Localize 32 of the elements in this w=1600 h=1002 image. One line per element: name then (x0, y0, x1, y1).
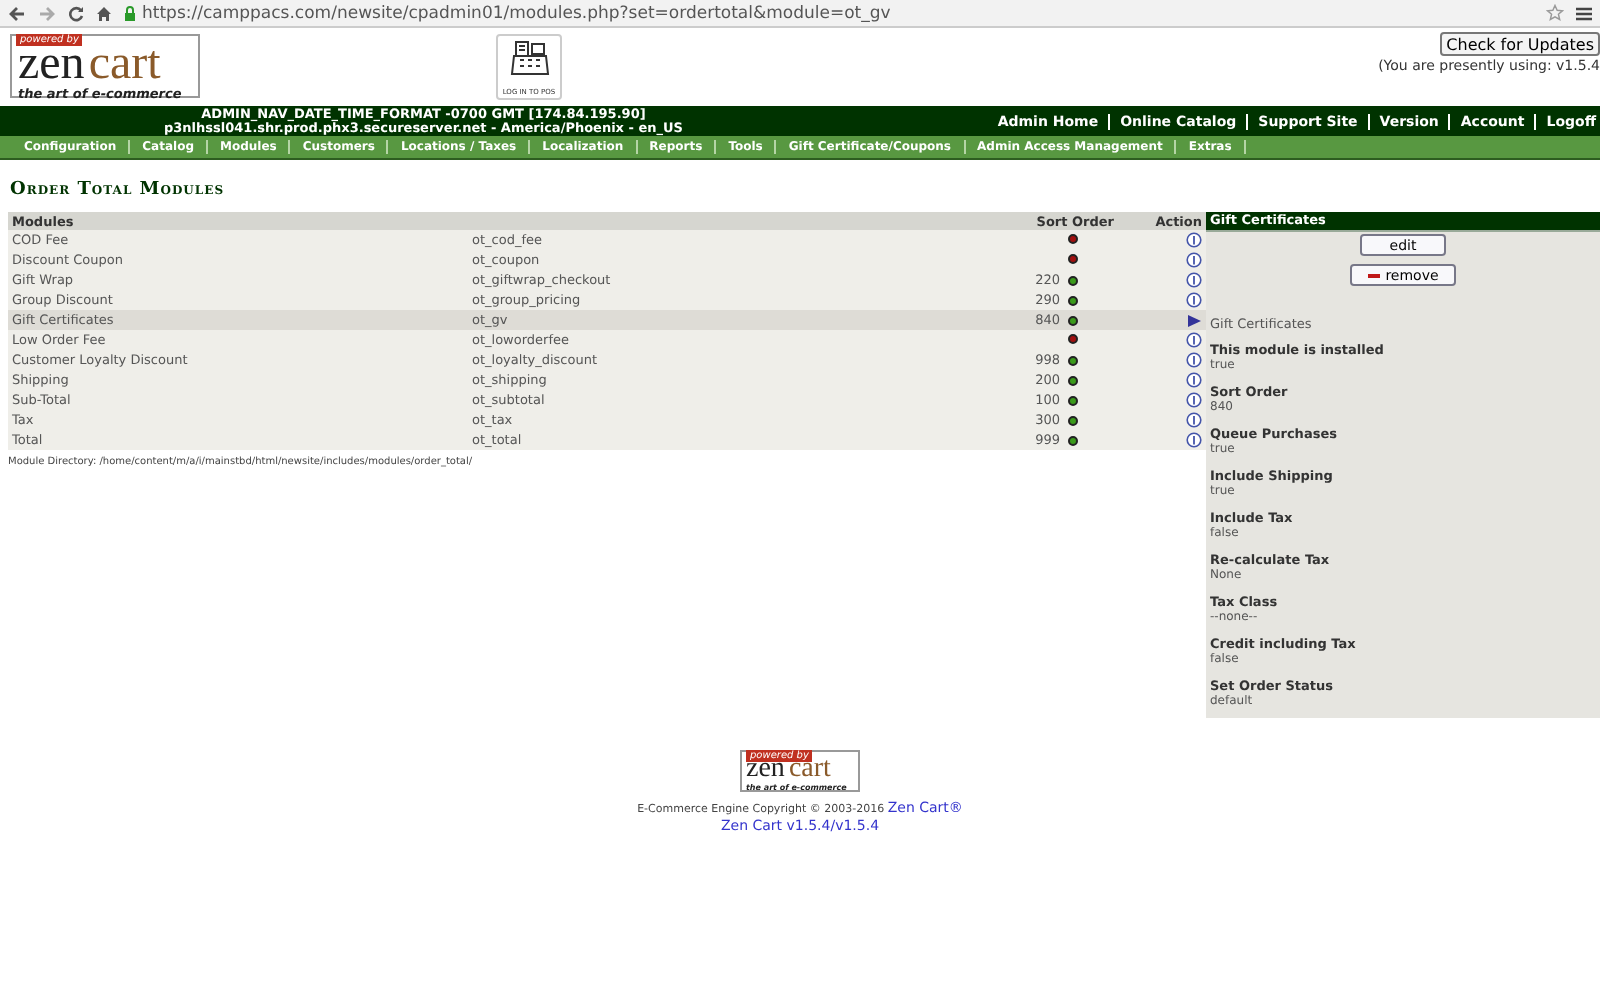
status-dot-icon[interactable] (1068, 435, 1078, 445)
menu-icon[interactable] (1576, 5, 1592, 21)
status-dot-icon[interactable] (1068, 254, 1078, 264)
cash-register-icon (509, 40, 549, 76)
back-icon[interactable] (8, 5, 26, 21)
info-icon[interactable] (1186, 252, 1202, 269)
status-dot-icon[interactable] (1068, 295, 1078, 305)
arrow-icon (1186, 313, 1202, 328)
reload-icon[interactable] (68, 5, 84, 21)
info-icon[interactable] (1186, 412, 1202, 429)
status-dot-icon[interactable] (1068, 415, 1078, 425)
info-icon[interactable] (1186, 432, 1202, 449)
status-dot-icon[interactable] (1068, 395, 1078, 405)
status-dot-icon[interactable] (1068, 275, 1078, 285)
minus-icon (1367, 273, 1380, 277)
page-title: Order Total Modules (10, 180, 227, 200)
info-icon[interactable] (1186, 232, 1202, 249)
info-icon[interactable] (1186, 372, 1202, 389)
info-icon[interactable] (1186, 352, 1202, 369)
status-dot-icon[interactable] (1068, 315, 1078, 325)
status-dot-icon[interactable] (1068, 334, 1078, 344)
status-dot-icon[interactable] (1068, 234, 1078, 244)
info-icon[interactable] (1186, 292, 1202, 309)
info-icon[interactable] (1186, 332, 1202, 349)
info-icon[interactable] (1186, 392, 1202, 409)
check-for-updates-button[interactable]: Check for Updates (1440, 32, 1600, 56)
status-dot-icon[interactable] (1068, 355, 1078, 365)
info-icon[interactable] (1186, 272, 1202, 289)
home-icon[interactable] (96, 5, 112, 21)
lock-icon (124, 5, 136, 21)
star-icon[interactable] (1546, 4, 1564, 22)
status-dot-icon[interactable] (1068, 375, 1078, 385)
